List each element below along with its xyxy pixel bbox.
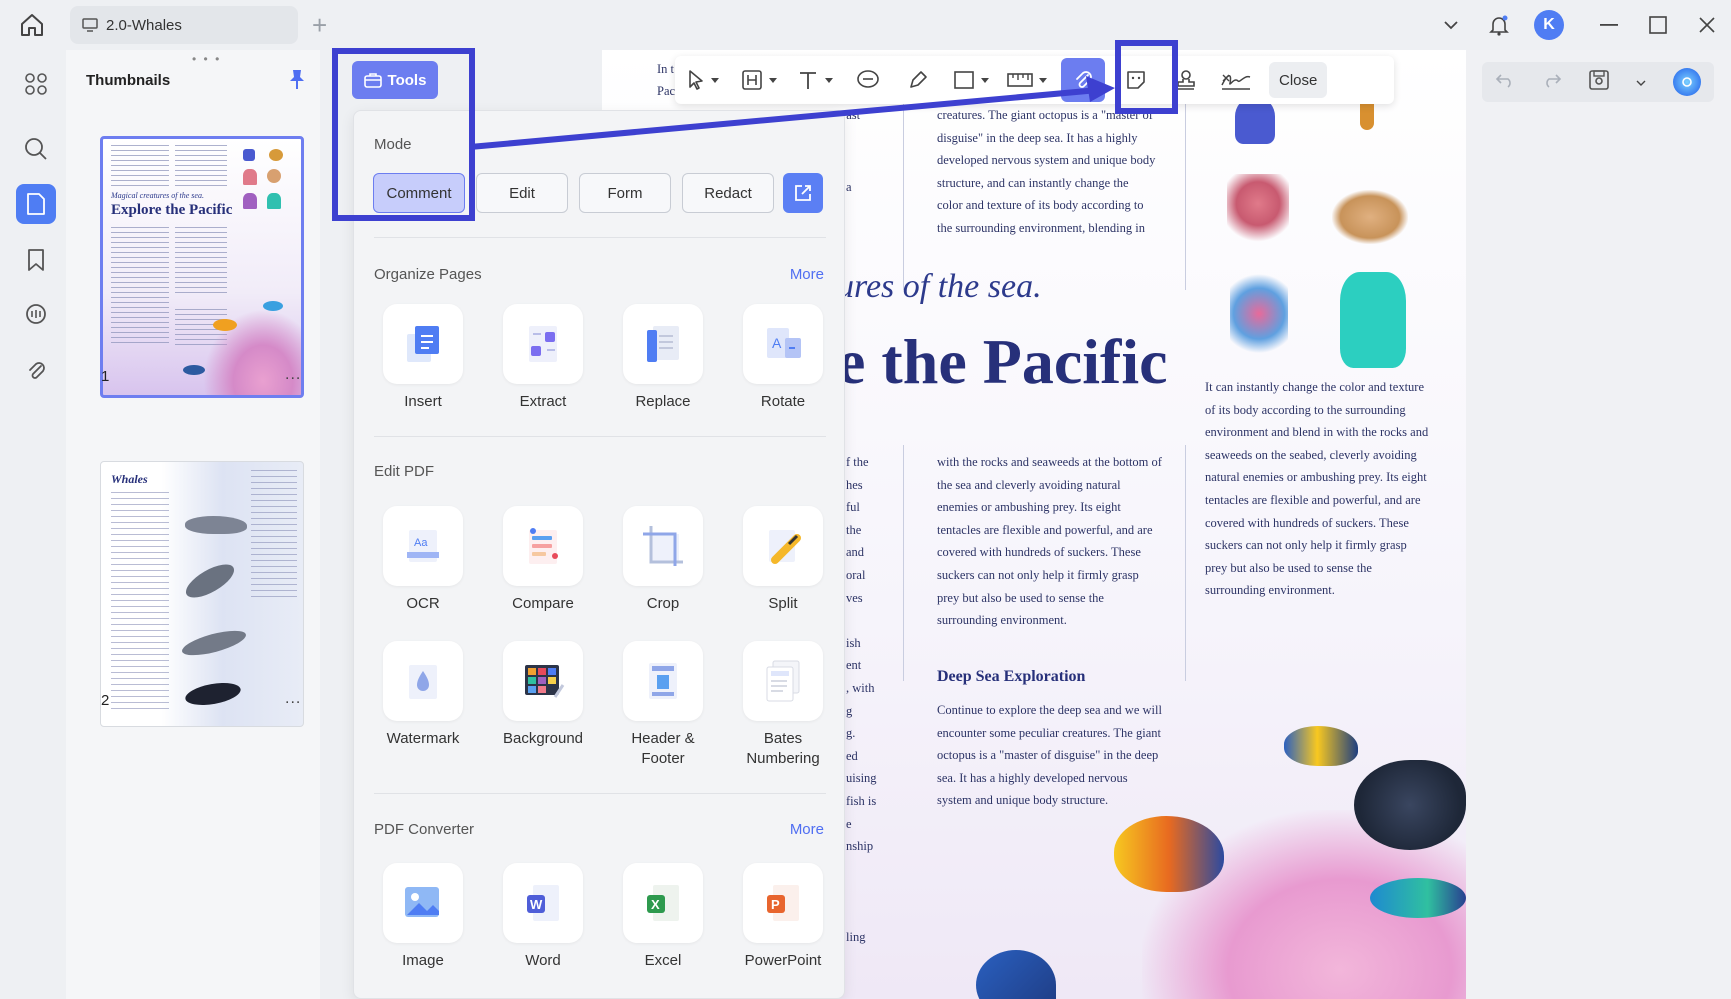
pointer-arrow xyxy=(469,76,1115,150)
